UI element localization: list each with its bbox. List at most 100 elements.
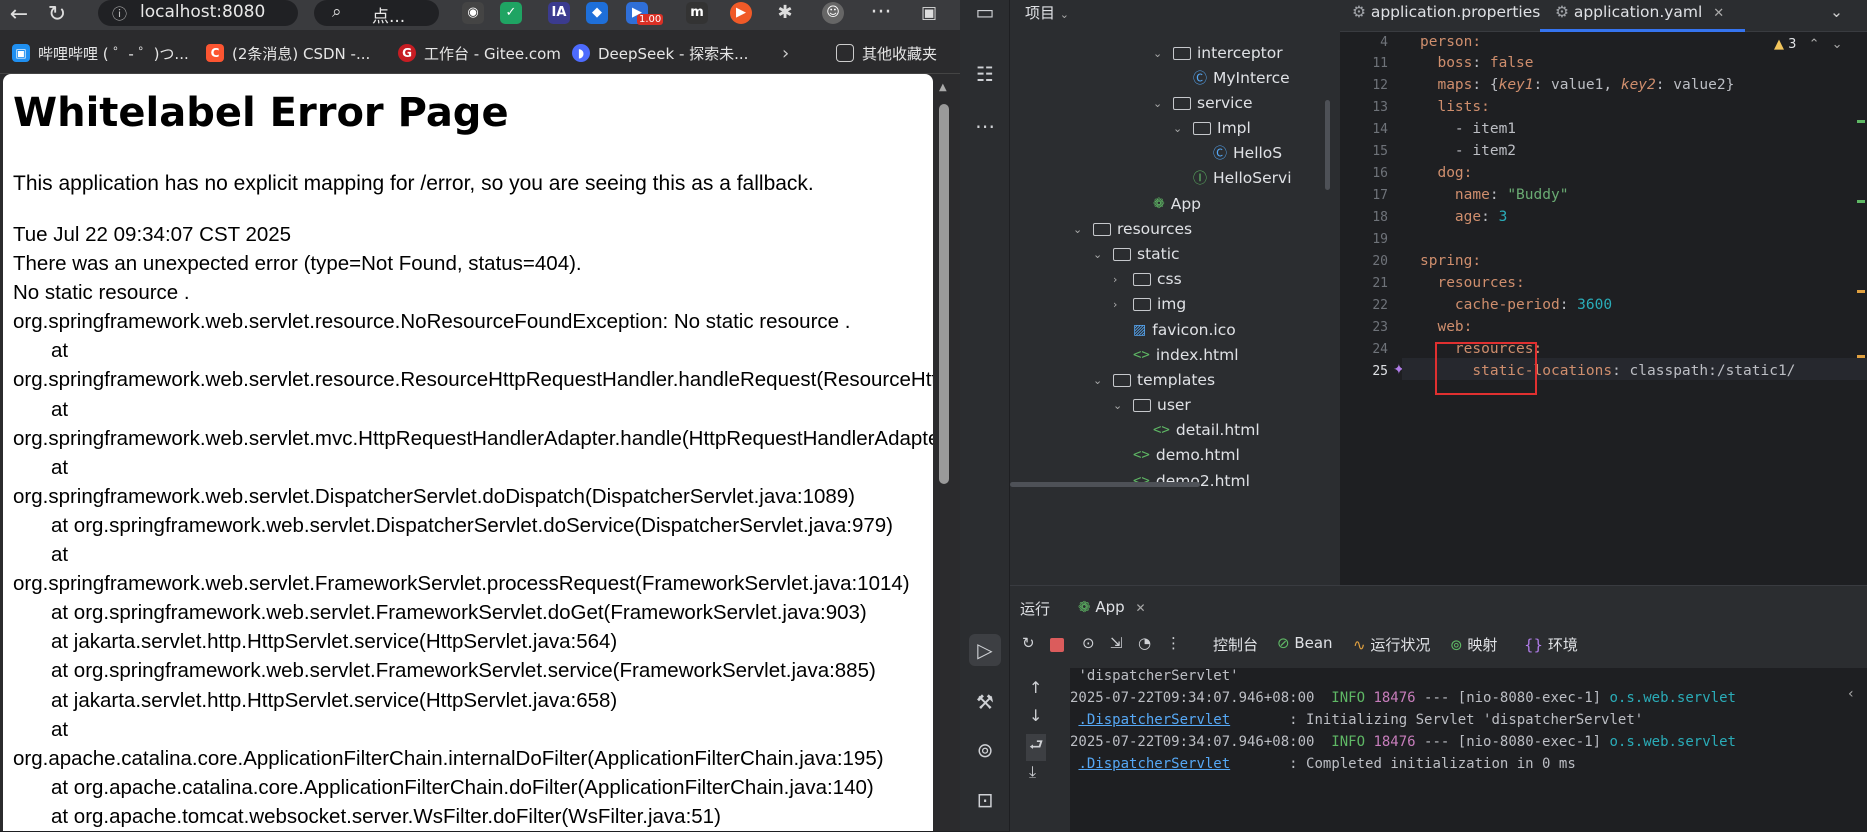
tree-item-service[interactable]: ⌄ service xyxy=(1153,91,1253,115)
run-icon[interactable]: ▷ xyxy=(969,634,1001,666)
page-scrollbar[interactable]: ▲ xyxy=(936,74,952,831)
code-line-14[interactable]: - item1 xyxy=(1420,121,1516,137)
more-vertical-icon[interactable]: ⋮ xyxy=(1166,634,1181,652)
code-line-21[interactable]: resources: xyxy=(1420,275,1524,291)
build-hammer-icon[interactable]: ⚒ xyxy=(969,686,1001,718)
scroll-up-icon[interactable]: ▲ xyxy=(939,82,947,93)
extension-ia-icon[interactable]: IA xyxy=(548,2,570,24)
tab-application-yaml[interactable]: ⚙ application.yaml ✕ xyxy=(1555,3,1724,21)
tree-item-resources[interactable]: ⌄ resources xyxy=(1073,217,1192,241)
code-line-11[interactable]: boss: false xyxy=(1420,55,1533,71)
scrollbar-thumb[interactable] xyxy=(939,104,949,484)
chevron-down-icon[interactable]: ⌄ xyxy=(1832,37,1843,52)
tab-bean[interactable]: ⊘ Bean xyxy=(1277,634,1333,652)
tree-item-demo-html[interactable]: <> demo.html xyxy=(1133,443,1240,467)
exit-icon[interactable]: ⇲ xyxy=(1110,634,1123,652)
tree-item-interceptor[interactable]: ⌄ interceptor xyxy=(1153,41,1283,65)
more-menu-icon[interactable]: ··· xyxy=(866,0,896,25)
project-folder-icon[interactable]: ▭ xyxy=(969,0,1001,28)
gauge-icon[interactable]: ◔ xyxy=(1138,634,1151,652)
code-line-17[interactable]: name: "Buddy" xyxy=(1420,187,1569,203)
close-icon[interactable]: ✕ xyxy=(1135,601,1145,615)
tree-item-helloservice[interactable]: Ⓘ HelloServi xyxy=(1193,166,1292,190)
extension-m-icon[interactable]: m xyxy=(686,2,708,24)
tree-item-img[interactable]: › img xyxy=(1113,292,1186,316)
extension-shield-icon[interactable]: ✓ xyxy=(500,2,522,24)
tree-vertical-scrollbar[interactable] xyxy=(1325,100,1330,190)
log-class-link[interactable]: .DispatcherServlet xyxy=(1078,712,1230,728)
tree-item-index-html[interactable]: <> index.html xyxy=(1133,343,1239,367)
scroll-to-end-icon[interactable]: ⤓ xyxy=(1029,762,1036,782)
arrow-down-icon[interactable]: ↓ xyxy=(1029,706,1042,725)
tree-item-templates[interactable]: ⌄ templates xyxy=(1093,368,1215,392)
tree-item-myinterceptor[interactable]: Ⓒ MyInterce xyxy=(1193,66,1290,90)
stop-icon[interactable] xyxy=(1050,638,1064,652)
trace-line: org.springframework.web.servlet.resource… xyxy=(13,310,851,334)
chevron-right-icon[interactable]: › xyxy=(782,42,789,64)
arrow-up-icon[interactable]: ↑ xyxy=(1029,678,1042,697)
bookmark-deepseek[interactable]: ◗ DeepSeek - 探索未... xyxy=(572,42,748,64)
tree-item-user[interactable]: ⌄ user xyxy=(1113,393,1191,417)
terminal-icon[interactable]: ⊡ xyxy=(969,784,1001,816)
camera-icon[interactable]: ⊙ xyxy=(1082,634,1095,652)
log-class-link[interactable]: .DispatcherServlet xyxy=(1078,756,1230,772)
back-arrow-icon[interactable]: ← xyxy=(4,2,34,27)
tree-item-helloservice-impl[interactable]: Ⓒ HelloS xyxy=(1213,141,1282,165)
tree-label: static xyxy=(1137,245,1180,263)
extension-play-icon[interactable]: ▶ xyxy=(730,2,752,24)
more-tools-icon[interactable]: ⋯ xyxy=(969,110,1001,142)
code-line-12[interactable]: maps: {key1: value1, key2: value2} xyxy=(1420,77,1734,93)
info-icon[interactable]: ⓘ xyxy=(112,3,127,24)
project-panel-title[interactable]: 项目 ⌄ xyxy=(1025,2,1069,23)
bookmark-other-folder[interactable]: 其他收藏夹 xyxy=(836,42,937,64)
services-icon[interactable]: ⊚ xyxy=(969,734,1001,766)
soft-wrap-icon[interactable]: ⮐ xyxy=(1026,734,1047,761)
tree-item-impl[interactable]: ⌄ Impl xyxy=(1173,116,1251,140)
code-line-15[interactable]: - item2 xyxy=(1420,143,1516,159)
tab-mappings[interactable]: ⊚ 映射 xyxy=(1450,634,1497,655)
tree-item-detail-html[interactable]: <> detail.html xyxy=(1153,418,1260,442)
code-line-13[interactable]: lists: xyxy=(1420,99,1489,115)
structure-icon[interactable]: ☷ xyxy=(969,58,1001,90)
tree-item-demo2-html[interactable]: <> demo2.html xyxy=(1133,469,1250,493)
tab-label: application.properties xyxy=(1370,3,1541,21)
tree-item-static[interactable]: ⌄ static xyxy=(1093,242,1180,266)
code-line-16[interactable]: dog: xyxy=(1420,165,1472,181)
code-line-23[interactable]: web: xyxy=(1420,319,1472,335)
extensions-puzzle-icon[interactable]: ✱ xyxy=(774,2,796,24)
log-logger: o.s.web.servlet xyxy=(1609,734,1736,750)
sidebar-toggle-icon[interactable]: ▣ xyxy=(918,2,940,24)
inspection-widget[interactable]: ▲ 3 ⌃ ⌄ xyxy=(1774,37,1843,52)
bookmark-csdn[interactable]: C (2条消息) CSDN -... xyxy=(206,42,370,64)
tab-application-properties[interactable]: ⚙ application.properties xyxy=(1352,3,1540,21)
extension-owl-icon[interactable]: ◉ xyxy=(462,2,484,24)
code-line-20[interactable]: spring: xyxy=(1420,253,1481,269)
tab-health[interactable]: ∿ 运行状况 xyxy=(1353,634,1430,655)
trace-line: at org.apache.tomcat.websocket.server.Ws… xyxy=(51,804,721,828)
tab-environment[interactable]: {} 环境 xyxy=(1524,634,1578,655)
tree-item-css[interactable]: › css xyxy=(1113,267,1182,291)
yaml-key: name xyxy=(1454,187,1490,203)
extension-blue-icon[interactable]: ◆ xyxy=(586,2,608,24)
tree-item-app[interactable]: ❁ App xyxy=(1153,192,1201,216)
reload-icon[interactable]: ↻ xyxy=(42,2,72,27)
bookmark-gitee[interactable]: G 工作台 - Gitee.com xyxy=(398,42,561,64)
yaml-value: value2 xyxy=(1673,77,1726,93)
tab-list-chevron-icon[interactable]: ⌄ xyxy=(1830,3,1843,21)
tree-item-favicon[interactable]: ▨ favicon.ico xyxy=(1133,318,1236,342)
rerun-icon[interactable]: ↻ xyxy=(1022,634,1035,652)
code-line-18[interactable]: age: 3 xyxy=(1420,209,1507,225)
bookmark-bilibili[interactable]: ▣ 哔哩哔哩 ( ゜- ゜)つ... xyxy=(12,42,189,64)
code-line-22[interactable]: cache-period: 3600 xyxy=(1420,297,1612,313)
code-line-4[interactable]: person: xyxy=(1420,34,1481,50)
chevron-left-icon[interactable]: ‹ xyxy=(1848,686,1854,702)
close-icon[interactable]: ✕ xyxy=(1713,6,1724,21)
address-bar[interactable]: ⓘ localhost:8080 ☆ xyxy=(98,0,335,26)
run-tab-app[interactable]: ❁ App ✕ xyxy=(1078,598,1146,616)
tab-console[interactable]: 控制台 xyxy=(1213,634,1258,655)
tree-horizontal-scrollbar[interactable] xyxy=(1010,482,1200,487)
search-pill[interactable]: ⌕ 点... xyxy=(314,0,439,27)
chevron-up-icon[interactable]: ⌃ xyxy=(1809,37,1820,52)
console-output[interactable]: 'dispatcherServlet' 2025-07-22T09:34:07.… xyxy=(1070,668,1850,832)
avatar[interactable]: ☺ xyxy=(822,2,844,24)
